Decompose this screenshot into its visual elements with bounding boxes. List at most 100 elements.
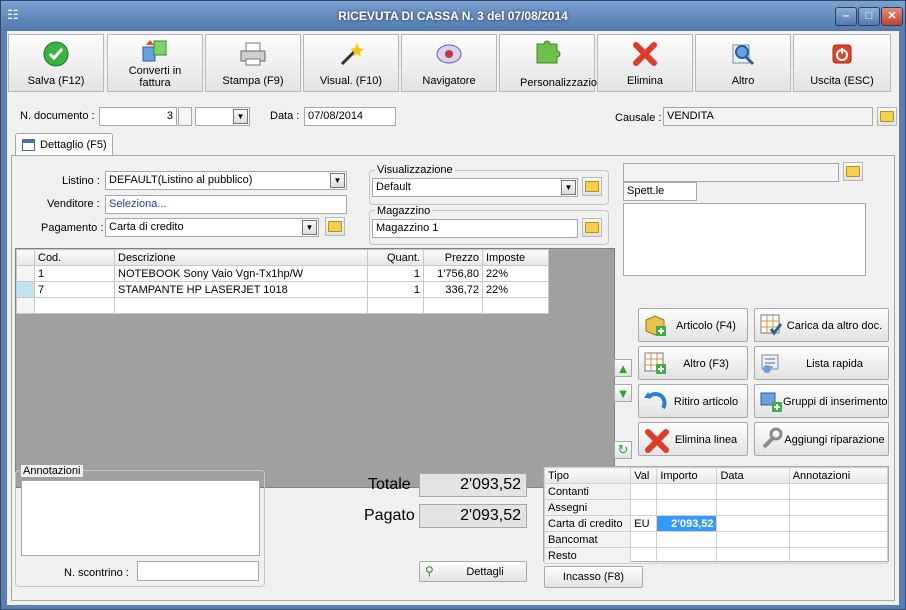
column-header[interactable]: Val [630,467,658,484]
action-button-altro-f3[interactable]: Altro (F3) [638,346,748,380]
payment-cell[interactable]: Contanti [543,483,632,500]
action-button-elimina-linea[interactable]: Elimina linea [638,422,748,456]
toolbar-button-converti-in-fattura[interactable]: Converti in fattura [107,34,203,92]
customer-code-field[interactable] [623,163,839,182]
column-header[interactable]: Prezzo [423,249,483,266]
payment-row[interactable]: Bancomat [543,531,889,548]
payment-cell[interactable] [656,547,718,564]
table-row[interactable]: 1 NOTEBOOK Sony Vaio Vgn-Tx1hp/W 1 1'756,80… [16,265,549,282]
column-header[interactable]: Imposte [482,249,549,266]
table-cell[interactable]: 22% [482,265,549,282]
dettagli-button[interactable]: ⚲ Dettagli [419,561,527,582]
table-cell[interactable] [482,297,549,314]
toolbar-button-elimina[interactable]: Elimina [597,34,693,92]
payment-row[interactable]: Carta di credito EU 2'093,52 [543,515,889,532]
row-selector[interactable] [16,265,35,282]
visualizzazione-folder-button[interactable] [582,177,602,196]
payment-cell[interactable] [788,531,889,548]
table-cell[interactable]: 1 [367,281,424,298]
toolbar-button-visual-f10[interactable]: Visual. (F10) [303,34,399,92]
payment-cell[interactable]: Resto [543,547,632,564]
items-grid[interactable]: Cod. Descrizione Quant. Prezzo Imposte 1 NOTEB… [15,248,615,488]
payments-grid[interactable]: Tipo Val Importo Data Annotazioni Contanti Ass… [543,466,889,564]
toolbar-button-navigatore[interactable]: Navigatore [401,34,497,92]
payment-cell[interactable] [716,499,790,516]
payment-cell[interactable] [716,547,790,564]
causale-folder-button[interactable] [877,107,897,126]
payment-cell[interactable] [630,531,658,548]
action-button-aggiungi-riparazione[interactable]: Aggiungi riparazione [754,422,889,456]
payment-cell[interactable] [656,499,718,516]
customer-address-field[interactable] [623,203,866,276]
row-selector[interactable] [16,281,35,298]
payment-cell[interactable] [716,515,790,532]
customer-title-field[interactable]: Spett.le [623,182,697,201]
table-cell[interactable]: 7 [34,281,115,298]
column-header[interactable]: Annotazioni [788,467,889,484]
table-cell[interactable]: STAMPANTE HP LASERJET 1018 [114,281,368,298]
table-cell[interactable] [34,297,115,314]
payment-cell[interactable]: Carta di credito [543,515,632,532]
column-header[interactable]: Descrizione [114,249,368,266]
payment-row[interactable]: Assegni [543,499,889,516]
tab-dettaglio[interactable]: Dettaglio (F5) [15,133,113,156]
payment-cell[interactable] [630,483,658,500]
toolbar-button-altro[interactable]: Altro [695,34,791,92]
move-down-button[interactable]: ▼ [614,384,632,402]
venditore-field[interactable]: Seleziona... [105,195,347,214]
pagamento-folder-button[interactable] [325,217,345,236]
payment-cell[interactable] [788,499,889,516]
action-button-lista-rapida[interactable]: Lista rapida [754,346,889,380]
table-cell[interactable] [114,297,368,314]
payment-cell[interactable] [788,515,889,532]
table-cell[interactable]: 1 [34,265,115,282]
table-cell[interactable]: 1'756,80 [423,265,483,282]
magazzino-field[interactable]: Magazzino 1 [372,219,578,238]
scontrino-field[interactable] [137,561,259,581]
doc-number-field[interactable]: 3 [99,107,177,126]
title-bar[interactable]: ☷ RICEVUTA DI CASSA N. 3 del 07/08/2014 … [1,1,905,31]
column-header[interactable]: Tipo [543,467,632,484]
action-button-carica-da-altro-doc[interactable]: Carica da altro doc. [754,308,889,342]
column-header[interactable]: Cod. [34,249,115,266]
payment-row[interactable]: Resto [543,547,889,564]
date-field[interactable]: 07/08/2014 [304,107,396,126]
visualizzazione-select[interactable]: Default ▼ [372,178,578,197]
magazzino-folder-button[interactable] [582,218,602,237]
payment-cell[interactable]: 2'093,52 [656,515,718,532]
move-up-button[interactable]: ▲ [614,359,632,377]
maximize-button[interactable]: □ [858,7,880,26]
table-cell[interactable]: 1 [367,265,424,282]
payment-cell[interactable] [630,547,658,564]
payment-cell[interactable]: Bancomat [543,531,632,548]
toolbar-button-stampa-f9[interactable]: Stampa (F9) [205,34,301,92]
row-selector[interactable] [16,297,35,314]
action-button-articolo-f4[interactable]: Articolo (F4) [638,308,748,342]
doc-number-spinner[interactable] [178,107,192,126]
table-cell[interactable]: NOTEBOOK Sony Vaio Vgn-Tx1hp/W [114,265,368,282]
column-header[interactable]: Data [716,467,790,484]
doc-suffix-select[interactable]: ▼ [195,107,250,126]
annotazioni-field[interactable] [21,480,260,556]
refresh-button[interactable]: ↻ [614,441,632,459]
payment-row[interactable]: Contanti [543,483,889,500]
table-cell[interactable]: 336,72 [423,281,483,298]
column-header[interactable]: Importo [656,467,718,484]
payment-cell[interactable] [788,547,889,564]
table-cell[interactable] [367,297,424,314]
payment-cell[interactable] [656,531,718,548]
toolbar-button-personalizzazioni[interactable]: Personalizzazioni [499,34,606,92]
close-button[interactable]: ✕ [881,7,903,26]
action-button-ritiro-articolo[interactable]: Ritiro articolo [638,384,748,418]
causale-field[interactable]: VENDITA [663,107,873,126]
payment-cell[interactable] [716,531,790,548]
action-button-gruppi-di-inserimento[interactable]: Gruppi di inserimento [754,384,889,418]
incasso-button[interactable]: Incasso (F8) [544,566,643,588]
payment-cell[interactable] [630,499,658,516]
listino-select[interactable]: DEFAULT(Listino al pubblico) ▼ [105,171,347,190]
table-cell[interactable]: 22% [482,281,549,298]
payment-cell[interactable]: EU [630,515,658,532]
payment-cell[interactable] [656,483,718,500]
table-row[interactable]: 7 STAMPANTE HP LASERJET 1018 1 336,72 22% [16,281,549,298]
table-cell[interactable] [423,297,483,314]
